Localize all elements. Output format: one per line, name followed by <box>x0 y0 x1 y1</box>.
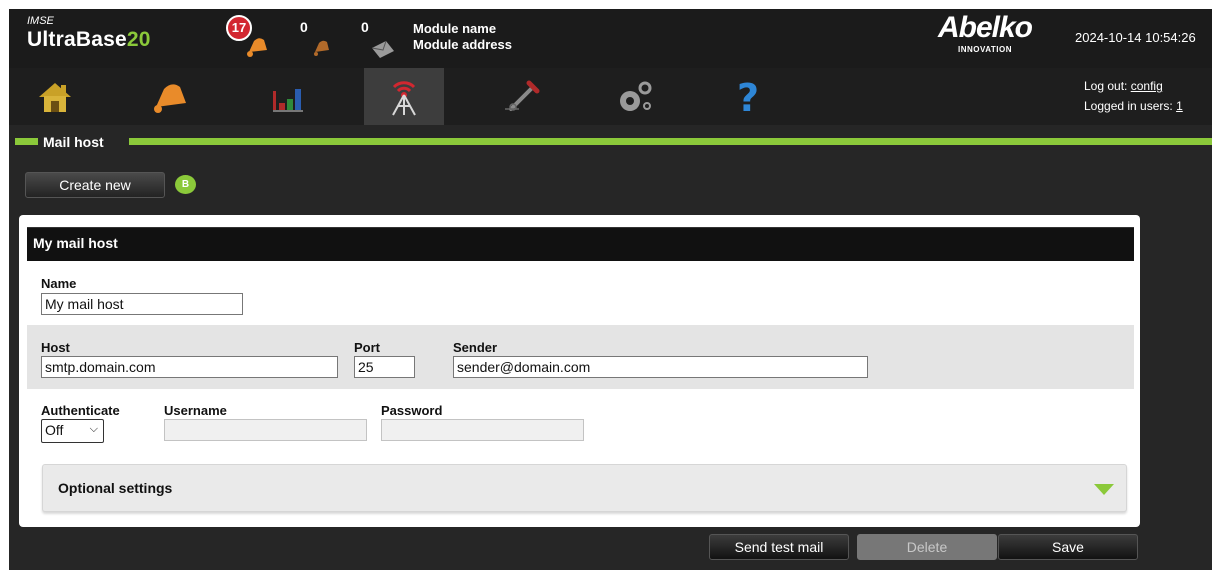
info-help-icon[interactable]: B <box>175 175 196 194</box>
brand-product-main: UltraBase <box>27 28 127 51</box>
logged-in-label: Logged in users: <box>1084 99 1173 113</box>
app-window: IMSE UltraBase20 17 0 0 Module name Modu… <box>9 9 1212 570</box>
top-header: IMSE UltraBase20 17 0 0 Module name Modu… <box>9 9 1212 68</box>
name-input[interactable] <box>41 293 243 315</box>
nav-tools[interactable] <box>488 68 554 125</box>
username-input[interactable] <box>164 419 367 441</box>
counter-c: 0 <box>361 19 369 35</box>
nav-bar: ? Log out: config Logged in users: 1 <box>9 68 1212 125</box>
password-label: Password <box>381 403 443 418</box>
module-name: Module name <box>413 21 497 36</box>
counter-b: 0 <box>300 19 308 35</box>
authenticate-label: Authenticate <box>41 403 120 418</box>
save-button[interactable]: Save <box>998 534 1138 560</box>
svg-text:?: ? <box>737 77 759 117</box>
abelko-logo: Abelko INNOVATION <box>936 11 1034 54</box>
tools-icon <box>505 80 540 111</box>
logo-subtitle: INNOVATION <box>957 45 1013 54</box>
logout-link[interactable]: config <box>1131 79 1163 93</box>
bell-icon <box>154 83 186 113</box>
section-header: Mail host <box>9 133 1212 151</box>
brand-product-num: 20 <box>126 28 151 51</box>
orange-bell-small-icon[interactable] <box>312 37 332 57</box>
logout-label: Log out: <box>1084 79 1128 93</box>
section-title: Mail host <box>43 134 104 150</box>
username-label: Username <box>164 403 227 418</box>
authenticate-value: Off <box>45 422 64 438</box>
host-label: Host <box>41 340 70 355</box>
sender-label: Sender <box>453 340 498 355</box>
nav-charts[interactable] <box>254 68 320 125</box>
question-icon: ? <box>737 77 759 117</box>
delete-button[interactable]: Delete <box>857 534 997 560</box>
password-input[interactable] <box>381 419 584 441</box>
home-icon <box>39 82 71 112</box>
chevron-down-icon: ⌵ <box>89 423 98 435</box>
nav-alarms[interactable] <box>139 68 205 125</box>
panel-title: My mail host <box>27 227 1134 261</box>
optional-settings-label: Optional settings <box>58 480 173 496</box>
section-bar-left <box>15 138 38 145</box>
nav-help[interactable]: ? <box>715 68 781 125</box>
gears-icon <box>620 81 652 111</box>
logged-in-count-link[interactable]: 1 <box>1176 99 1183 113</box>
host-input[interactable] <box>41 356 338 378</box>
expand-triangle-icon <box>1094 484 1114 495</box>
send-test-mail-button[interactable]: Send test mail <box>709 534 849 560</box>
port-label: Port <box>354 340 380 355</box>
alarm-bell-icon[interactable] <box>245 34 271 58</box>
nav-home[interactable] <box>22 68 88 125</box>
optional-settings-toggle[interactable]: Optional settings <box>42 464 1127 512</box>
create-new-button[interactable]: Create new <box>25 172 165 198</box>
module-address: Module address <box>413 37 512 52</box>
name-label: Name <box>41 276 77 291</box>
sender-input[interactable] <box>453 356 868 378</box>
brand-imse: IMSE <box>27 15 54 27</box>
mail-host-panel: My mail host Name Host Port Sender Authe… <box>19 215 1140 527</box>
chart-icon <box>273 88 303 112</box>
port-input[interactable] <box>354 356 415 378</box>
login-info: Log out: config Logged in users: 1 <box>1084 76 1183 116</box>
brand: IMSE UltraBase20 <box>27 15 151 53</box>
datetime: 2024-10-14 10:54:26 <box>1075 30 1196 45</box>
mail-envelope-icon[interactable] <box>370 39 396 59</box>
antenna-icon <box>392 80 416 115</box>
authenticate-select[interactable]: Off ⌵ <box>41 419 104 443</box>
logo-text: Abelko <box>937 11 1033 44</box>
nav-settings[interactable] <box>601 68 667 125</box>
section-bar-right <box>129 138 1212 145</box>
module-info: Module name Module address <box>413 21 512 53</box>
nav-communication[interactable] <box>364 68 444 125</box>
brand-product: UltraBase20 <box>27 27 151 53</box>
